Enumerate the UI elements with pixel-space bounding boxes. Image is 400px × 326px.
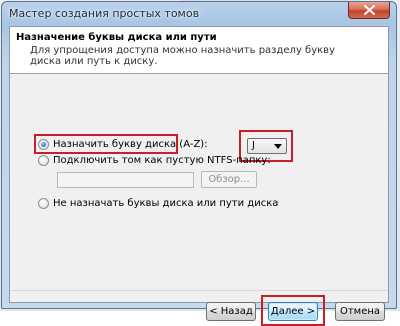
next-button[interactable]: Далее > [268, 302, 318, 321]
wizard-window: Мастер создания простых томов Назначение… [1, 1, 397, 326]
radio-button[interactable] [38, 198, 49, 209]
wizard-content: Назначить букву диска (A-Z): J Подключит… [10, 74, 388, 326]
radio-no-letter[interactable]: Не назначать буквы диска или пути диска [38, 198, 278, 209]
close-icon [364, 5, 375, 15]
radio-assign-letter[interactable]: Назначить букву диска (A-Z): [38, 139, 208, 150]
radio-no-letter-label: Не назначать буквы диска или пути диска [53, 198, 279, 209]
cancel-button[interactable]: Отмена [335, 302, 385, 321]
wizard-client-area: Назначение буквы диска или пути Для упро… [9, 26, 389, 326]
radio-button[interactable] [38, 155, 49, 166]
browse-button[interactable]: Обзор... [201, 171, 257, 188]
window-title: Мастер создания простых томов [9, 7, 200, 20]
folder-path-input[interactable] [57, 172, 194, 188]
chevron-down-icon [274, 144, 282, 149]
radio-mount-folder-label: Подключить том как пустую NTFS-папку: [53, 155, 271, 166]
radio-button[interactable] [38, 139, 49, 150]
page-title: Назначение буквы диска или пути [16, 32, 217, 43]
title-bar[interactable]: Мастер создания простых томов [2, 2, 396, 26]
radio-mount-folder[interactable]: Подключить том как пустую NTFS-папку: [38, 155, 271, 166]
button-row-divider [10, 290, 388, 291]
drive-letter-dropdown[interactable]: J [247, 138, 287, 154]
wizard-header: Назначение буквы диска или пути Для упро… [10, 27, 388, 74]
back-button[interactable]: < Назад [206, 302, 256, 321]
radio-assign-letter-label: Назначить букву диска (A-Z): [53, 139, 208, 150]
page-description: Для упрощения доступа можно назначить ра… [30, 45, 335, 67]
drive-letter-value: J [252, 140, 255, 151]
close-button[interactable] [348, 2, 390, 19]
